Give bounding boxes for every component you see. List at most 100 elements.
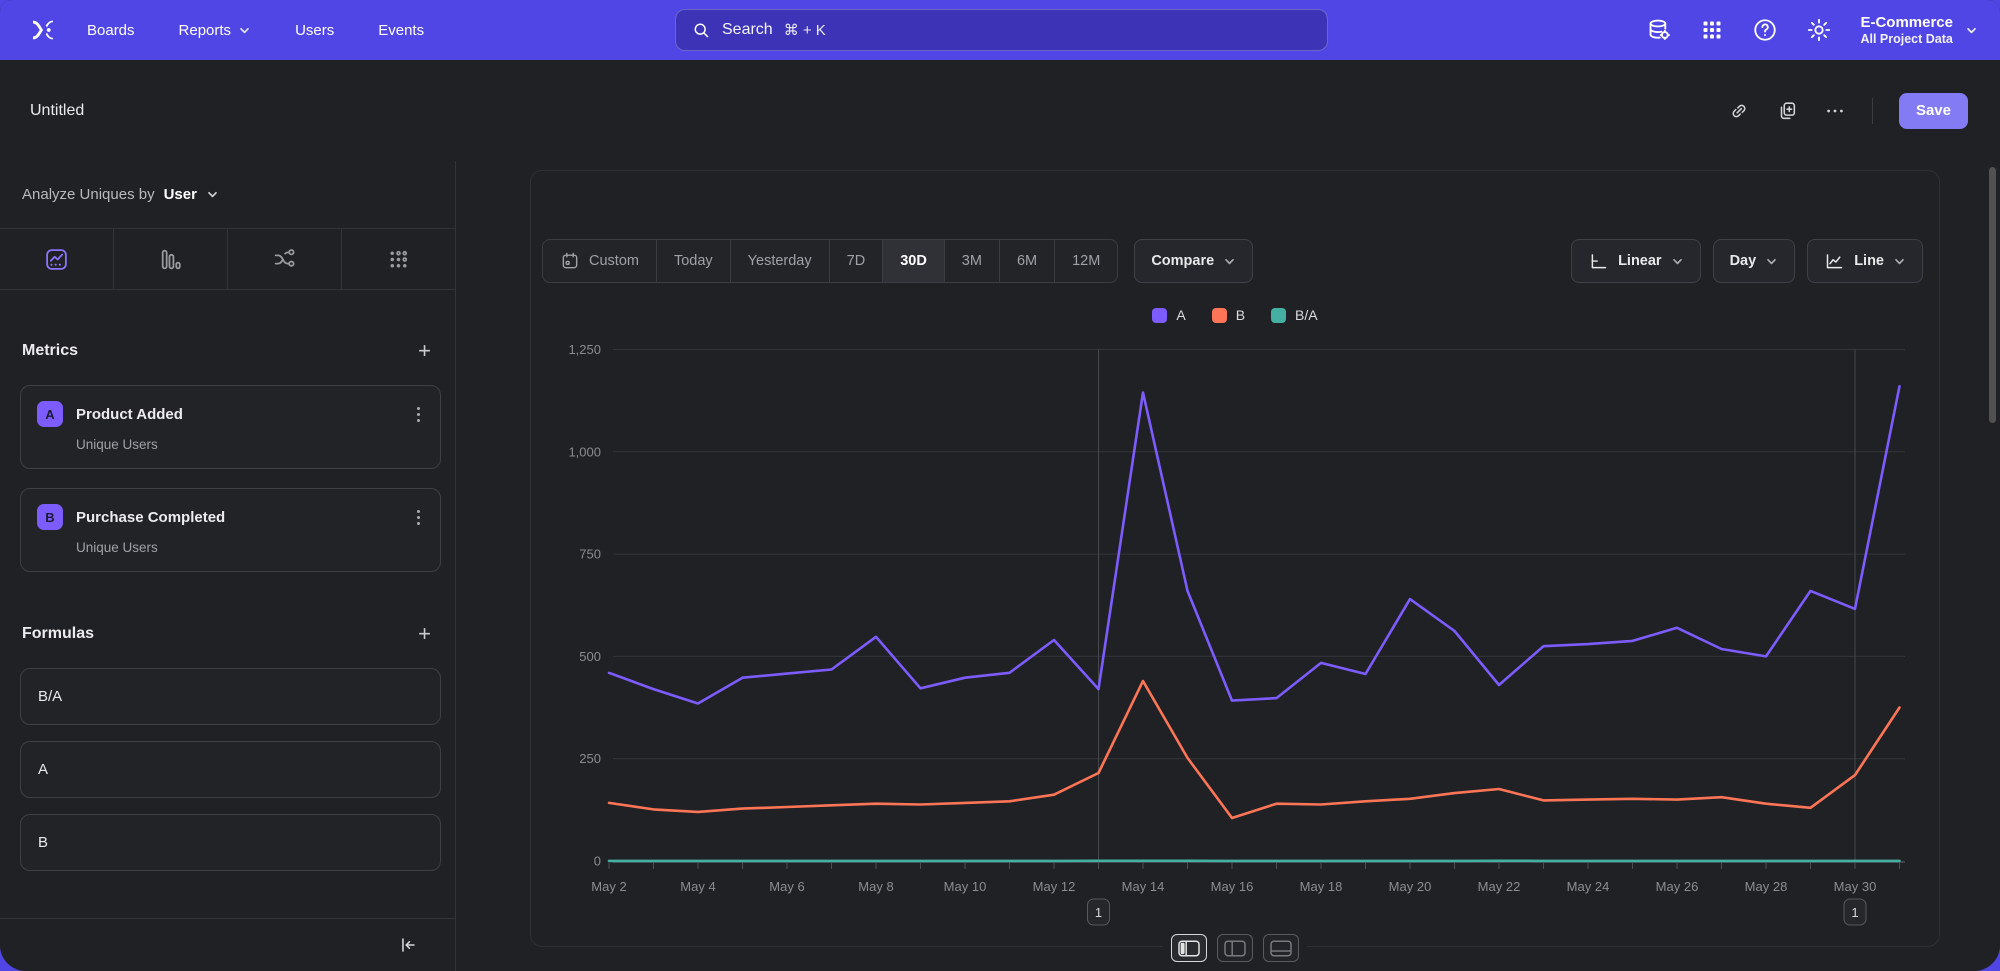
report-title[interactable]: Untitled [30,60,84,161]
chart-card: Custom TodayYesterday7D 30D 3M 6M 12M Compare… [530,170,1940,947]
x-axis-label: May 22 [1478,879,1521,894]
formula-label: B [38,834,48,851]
svg-text:1: 1 [1851,905,1858,920]
view-button-label: Line [1854,253,1884,269]
top-nav: Boards Reports Users Events Search ⌘ + K E-… [0,0,2000,60]
x-axis-label: May 16 [1211,879,1254,894]
legend-item-a[interactable]: A [1152,307,1185,323]
range-label: Custom [589,253,639,269]
compare-label: Compare [1151,253,1214,269]
legend-label: A [1176,307,1185,323]
tab-retention[interactable] [342,229,455,289]
range-button-yesterday[interactable]: Yesterday [731,240,830,282]
canvas-toggle-medium-width[interactable] [1217,934,1253,962]
tab-flows[interactable] [228,229,342,289]
canvas-toggle-full-width[interactable] [1263,934,1299,962]
y-axis-label: 0 [594,854,601,869]
report-canvas: Custom TodayYesterday7D 30D 3M 6M 12M Compare… [456,161,2000,971]
range-button-30d[interactable]: 30D [883,240,945,282]
search-input[interactable]: Search ⌘ + K [675,9,1328,51]
canvas-toggle-default-width[interactable] [1171,934,1207,962]
day-dropdown-button[interactable]: Day [1713,239,1796,283]
metric-aggregation[interactable]: Unique Users [76,540,424,555]
nav-item-boards[interactable]: Boards [87,22,135,39]
x-axis-label: May 2 [591,879,626,894]
range-button-custom[interactable]: Custom [543,240,657,282]
project-selector[interactable]: E-Commerce All Project Data [1860,14,1978,47]
view-controls: Linear Day Line [1571,239,1923,283]
copy-link-icon[interactable] [1728,100,1750,122]
scrollbar[interactable] [1989,167,1996,423]
kebab-menu-icon[interactable] [413,508,424,527]
tab-funnels[interactable] [114,229,228,289]
metric-card-b[interactable]: BPurchase CompletedUnique Users [20,488,441,572]
report-actions: Save [1728,60,1968,161]
annotation-marker[interactable]: 1 [1844,899,1866,925]
y-axis-label: 750 [579,547,601,562]
series-line-b [609,681,1900,818]
line-dropdown-button[interactable]: Line [1807,239,1923,283]
line-chart: 02505007501,0001,250May 2May 4May 6May 8… [561,331,1911,931]
chevron-down-icon [1765,255,1778,268]
nav-item-events[interactable]: Events [378,22,424,39]
kebab-menu-icon[interactable] [413,405,424,424]
formula-card-b-a[interactable]: B/A [20,668,441,725]
formulas-title: Formulas [22,625,94,643]
canvas-size-toggles [1163,934,1307,962]
sidebar-footer [0,918,455,971]
x-axis-label: May 18 [1300,879,1343,894]
y-axis-label: 500 [579,649,601,664]
apps-grid-icon[interactable] [1700,17,1724,43]
nav-item-reports[interactable]: Reports [179,22,252,39]
analyze-label: Analyze Uniques by [22,186,155,203]
legend-item-b[interactable]: B [1212,307,1245,323]
formula-card-b[interactable]: B [20,814,441,871]
add-metric-button[interactable]: + [414,341,435,361]
nav-icon-buttons [1646,17,1832,43]
linear-dropdown-button[interactable]: Linear [1571,239,1701,283]
settings-icon[interactable] [1806,17,1832,43]
range-label: 30D [900,253,927,269]
save-button[interactable]: Save [1899,93,1968,129]
nav-item-users[interactable]: Users [295,22,334,39]
range-label: 6M [1017,253,1037,269]
data-management-icon[interactable] [1646,17,1672,43]
range-button-12m[interactable]: 12M [1055,240,1117,282]
tab-insights[interactable] [0,229,114,289]
collapse-sidebar-icon[interactable] [397,934,419,956]
add-formula-button[interactable]: + [414,624,435,644]
range-button-7d[interactable]: 7D [830,240,884,282]
help-icon[interactable] [1752,17,1778,43]
view-button-label: Day [1730,253,1757,269]
query-sidebar: Analyze Uniques by User Metrics + AProdu… [0,161,456,971]
legend-swatch [1271,308,1286,323]
legend-item-b-a[interactable]: B/A [1271,307,1318,323]
metric-row: AProduct Added [37,401,424,427]
range-button-3m[interactable]: 3M [945,240,1000,282]
analyze-header: Analyze Uniques by User [0,161,455,229]
x-axis-label: May 10 [944,879,987,894]
metrics-title: Metrics [22,342,78,360]
insights-icon [44,247,69,272]
metric-letter-badge: A [37,401,63,427]
formulas-section-header: Formulas + [22,624,435,644]
metric-aggregation[interactable]: Unique Users [76,437,424,452]
x-axis-label: May 20 [1389,879,1432,894]
range-label: 12M [1072,253,1100,269]
metrics-section-header: Metrics + [22,341,435,361]
duplicate-icon[interactable] [1776,100,1798,122]
analyze-entity-dropdown[interactable]: User [164,186,197,203]
metric-card-a[interactable]: AProduct Added Unique Users [20,385,441,469]
nav-item-label: Users [295,22,334,39]
annotation-marker[interactable]: 1 [1088,899,1110,925]
x-axis-label: May 12 [1033,879,1076,894]
nav-item-label: Boards [87,22,135,39]
top-nav-right: E-Commerce All Project Data [1646,0,1978,60]
compare-button[interactable]: Compare [1134,239,1253,283]
mixpanel-logo-icon[interactable] [25,12,61,48]
range-button-today[interactable]: Today [657,240,731,282]
more-options-icon[interactable] [1824,100,1846,122]
chart-legend: A B B/A [531,307,1939,323]
formula-card-a[interactable]: A [20,741,441,798]
range-button-6m[interactable]: 6M [1000,240,1055,282]
